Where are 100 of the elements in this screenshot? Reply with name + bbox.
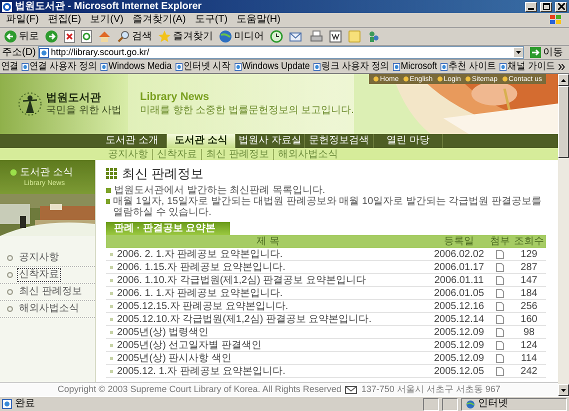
maximize-button[interactable] — [540, 2, 552, 12]
page-icon — [234, 62, 242, 70]
date-cell-text: 2005.12.14 — [432, 314, 486, 324]
post-title-link[interactable]: 2005.12. 1.자 판례공보 요약본입니다. — [117, 366, 286, 376]
page-icon — [440, 62, 448, 70]
post-title-link[interactable]: 2005.12.10.자 각급법원(제1,2심) 판결공보 요약본입니다. — [117, 314, 372, 324]
date-cell-text: 2006.01.17 — [432, 262, 486, 272]
refresh-button[interactable] — [81, 30, 92, 43]
post-title-link[interactable]: 2006. 1.10.자 각급법원(제1,2심) 판결공보 요약본입니다 — [117, 274, 366, 286]
ring-bullet-icon — [7, 272, 13, 278]
edit-button[interactable] — [329, 30, 342, 43]
link-button[interactable]: 연결 사용자 정의 — [21, 61, 97, 72]
post-title-link[interactable]: 2005년(상) 선고일자별 판결색인 — [117, 340, 262, 350]
page-title: 최신 판례정보 — [122, 166, 204, 180]
home-icon — [98, 30, 111, 43]
view-count-cell-text: 256 — [520, 300, 538, 312]
messenger-button[interactable] — [367, 30, 380, 43]
address-label: 주소(D) — [2, 47, 36, 58]
nav-tab[interactable]: 도서관 소식 — [167, 134, 236, 148]
back-button[interactable]: 뒤로 — [4, 30, 39, 43]
scroll-thumb[interactable] — [558, 86, 569, 158]
bullet-icon — [10, 169, 17, 176]
print-button[interactable] — [310, 30, 323, 43]
menu-item[interactable]: 파일(F) — [6, 14, 39, 26]
url-text: http://library.scourt.go.kr/ — [50, 47, 150, 58]
view-count-cell-text: 147 — [520, 274, 538, 286]
bullet-icon — [502, 76, 508, 82]
stop-button[interactable] — [64, 30, 75, 43]
date-cell-text: 2006.01.05 — [432, 288, 486, 298]
people-icon — [367, 30, 380, 43]
home-button[interactable] — [98, 30, 111, 43]
arrow-icon — [530, 47, 541, 58]
link-button[interactable]: 링크 사용자 정의 — [313, 61, 390, 72]
menu-item[interactable]: 보기(V) — [90, 14, 124, 26]
dropdown-button[interactable] — [514, 48, 523, 57]
menu-item[interactable]: 도구(T) — [194, 14, 228, 26]
sidebar-item[interactable]: 공지사항 — [0, 250, 95, 267]
search-button[interactable]: 검색 — [117, 30, 152, 43]
post-title-link[interactable]: 2006. 1.15.자 판례공보 요약본입니다. — [117, 262, 286, 272]
chevron-icon — [558, 64, 565, 70]
post-title-link[interactable]: 2005.12.15.자 판례공보 요약본입니다. — [117, 300, 288, 312]
maximize-icon — [542, 3, 550, 10]
status-text: 완료 — [15, 398, 35, 410]
emblem-icon — [18, 91, 42, 117]
menu-item[interactable]: 즐겨찾기(A) — [132, 14, 186, 26]
site-slogan: 국민을 위한 사법 — [46, 105, 122, 116]
banner-tagline: 미래를 향한 소중한 법률문헌정보의 보고입니다. — [140, 105, 354, 117]
links-label: 연결 — [1, 61, 18, 72]
post-title-link[interactable]: 2005년(상) 판시사항 색인 — [117, 352, 232, 364]
bullet-icon — [110, 304, 113, 308]
browser-icon — [2, 2, 12, 12]
view-count-cell-text: 242 — [520, 366, 538, 376]
sidebar-item[interactable]: 해외사법소식 — [0, 301, 95, 318]
note-text: 법원도서관에서 발간하는 최신판례 목록입니다. — [114, 185, 326, 196]
view-count-cell-text: 287 — [520, 262, 538, 272]
ring-bullet-icon — [7, 306, 13, 312]
up-arrow-icon[interactable] — [561, 78, 566, 82]
view-count-cell-text: 184 — [520, 288, 538, 298]
page-icon — [38, 48, 49, 58]
refresh-icon — [81, 30, 92, 43]
link-button[interactable]: 추천 사이트 — [440, 61, 496, 72]
mail-button[interactable] — [289, 30, 304, 43]
bullet-icon — [110, 292, 113, 294]
menu-item[interactable]: 편집(E) — [48, 14, 82, 26]
page-icon — [175, 62, 182, 70]
go-button[interactable]: 이동 — [526, 47, 567, 58]
page-icon — [100, 62, 108, 70]
link-button[interactable]: Windows Update — [234, 61, 310, 72]
bullet-icon — [464, 76, 471, 82]
post-title-link[interactable]: 2006. 1. 1.자 판례공보 요약본입니다. — [117, 288, 283, 298]
link-button[interactable]: 채널 가이드 — [500, 61, 555, 72]
link-button[interactable]: Windows Media — [100, 61, 172, 72]
history-button[interactable] — [270, 30, 283, 43]
bullet-icon — [106, 188, 111, 193]
site-logo-text[interactable]: 법원도서관 — [46, 92, 122, 105]
media-button[interactable]: 미디어 — [219, 30, 264, 43]
menu-item[interactable]: 도움말(H) — [236, 14, 280, 26]
down-arrow-icon[interactable] — [561, 388, 566, 392]
post-title-link[interactable]: 2006. 2. 1.자 판례공보 요약본입니다. — [117, 248, 283, 260]
bullet-icon — [110, 356, 113, 360]
document-icon — [329, 30, 342, 43]
bullet-icon — [110, 278, 113, 282]
vertical-scrollbar[interactable] — [558, 74, 569, 396]
favorites-button[interactable]: 즐겨찾기 — [158, 30, 213, 43]
bullet-icon — [110, 252, 113, 256]
address-field[interactable]: http://library.scourt.go.kr/ — [38, 46, 524, 59]
forward-button[interactable] — [45, 30, 58, 43]
bullet-icon — [373, 76, 380, 82]
banner-heading: Library News — [140, 91, 210, 103]
printer-icon — [310, 30, 323, 43]
link-button[interactable]: 인터넷 시작 — [175, 61, 231, 72]
bullet-icon — [110, 266, 113, 268]
sidebar-item[interactable]: 최신 판례정보 — [0, 284, 95, 301]
sidebar-item[interactable]: 신착자료 — [0, 267, 95, 284]
bullet-icon — [110, 344, 113, 346]
close-button[interactable] — [555, 2, 567, 12]
post-title-link[interactable]: 2005년(상) 법령색인 — [117, 326, 209, 338]
date-cell-text: 2006.02.02 — [432, 248, 486, 260]
link-button[interactable]: Microsoft — [392, 61, 438, 72]
minimize-button[interactable] — [525, 2, 537, 12]
